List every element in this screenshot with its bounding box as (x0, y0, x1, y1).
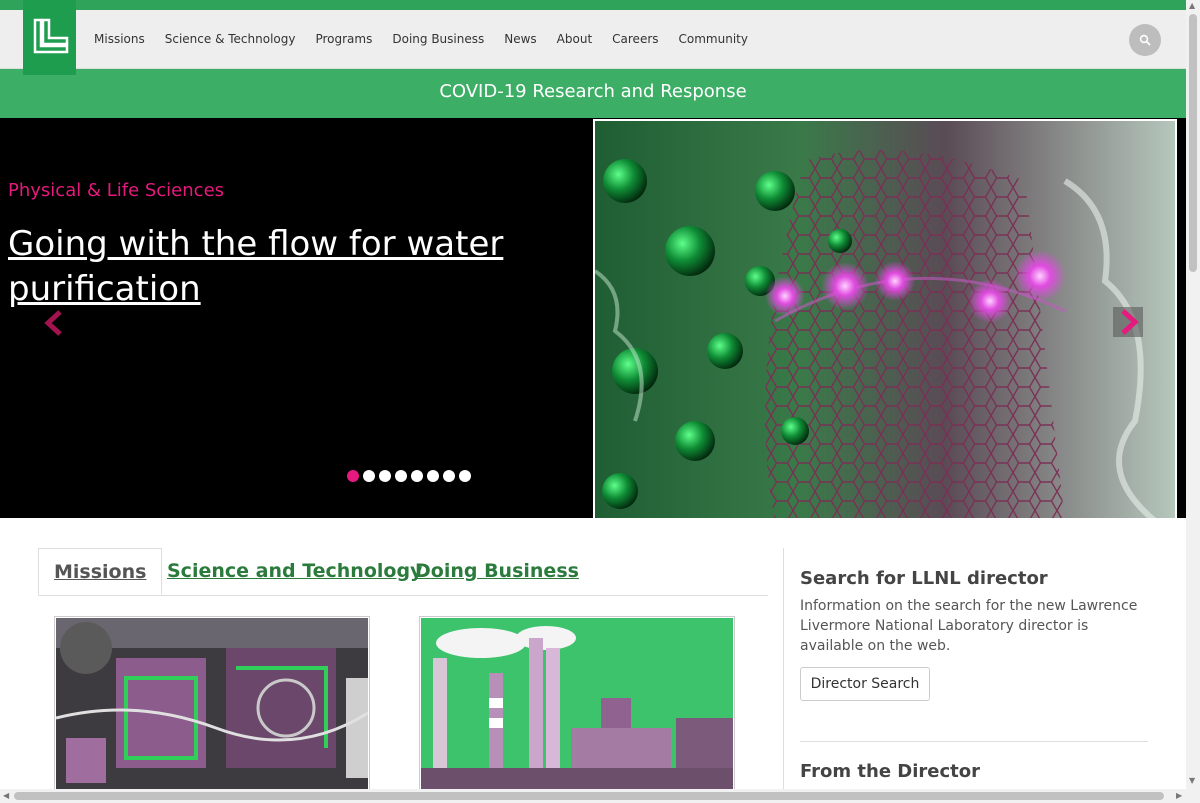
nav-careers[interactable]: Careers (602, 10, 668, 69)
sidebar-divider (800, 741, 1148, 742)
nav-community[interactable]: Community (669, 10, 758, 69)
carousel-indicators (347, 470, 471, 482)
nav-doing-business[interactable]: Doing Business (382, 10, 494, 69)
mission-card-1-image (55, 618, 369, 789)
nav-missions[interactable]: Missions (84, 10, 155, 69)
chevron-right-icon (1121, 309, 1139, 335)
carousel-dot-3[interactable] (379, 470, 391, 482)
tab-science-technology[interactable]: Science and Technology (167, 548, 422, 594)
horizontal-scrollbar[interactable]: ◀ ▶ (0, 789, 1200, 803)
scroll-left-icon[interactable]: ◀ (3, 791, 9, 800)
content-tabs: Missions Science and Technology Doing Bu… (38, 548, 768, 596)
nav-science-technology[interactable]: Science & Technology (155, 10, 306, 69)
sidebar: Search for LLNL director Information on … (783, 548, 1164, 803)
main-nav: Missions Science & Technology Programs D… (84, 10, 758, 69)
nav-news[interactable]: News (494, 10, 546, 69)
sidebar-heading-director-search: Search for LLNL director (800, 568, 1048, 589)
vertical-scroll-thumb[interactable] (1189, 14, 1197, 272)
llnl-logo[interactable] (23, 0, 76, 75)
search-icon (1139, 34, 1151, 46)
carousel-dot-2[interactable] (363, 470, 375, 482)
chevron-left-icon (44, 310, 62, 336)
sidebar-description: Information on the search for the new La… (800, 598, 1138, 654)
llnl-logo-icon (33, 18, 69, 54)
hero-image-illustration (595, 121, 1175, 518)
scroll-up-icon[interactable]: ▲ (1189, 1, 1195, 10)
carousel-dot-5[interactable] (411, 470, 423, 482)
mission-card-2-image (421, 618, 733, 789)
carousel-next-button[interactable] (1113, 307, 1143, 337)
scroll-down-icon[interactable]: ▼ (1189, 776, 1195, 785)
carousel-dot-1[interactable] (347, 470, 359, 482)
carousel-dot-7[interactable] (443, 470, 455, 482)
covid-banner[interactable]: COVID-19 Research and Response (0, 69, 1186, 118)
vertical-scrollbar[interactable]: ▲ ▼ (1186, 0, 1200, 789)
horizontal-scroll-thumb[interactable] (14, 792, 1164, 800)
carousel-dot-6[interactable] (427, 470, 439, 482)
carousel-dot-8[interactable] (459, 470, 471, 482)
hero-carousel: Physical & Life Sciences Going with the … (0, 118, 1186, 518)
search-button[interactable] (1129, 24, 1161, 56)
scroll-right-icon[interactable]: ▶ (1176, 791, 1182, 800)
mission-card-2[interactable] (419, 616, 735, 790)
main-navbar: Missions Science & Technology Programs D… (0, 10, 1186, 69)
tab-doing-business[interactable]: Doing Business (415, 548, 579, 594)
hero-category[interactable]: Physical & Life Sciences (8, 180, 224, 201)
carousel-dot-4[interactable] (395, 470, 407, 482)
nav-about[interactable]: About (547, 10, 602, 69)
sidebar-heading-from-director: From the Director (800, 761, 981, 782)
carousel-prev-button[interactable] (40, 308, 70, 338)
nav-programs[interactable]: Programs (305, 10, 382, 69)
tab-missions[interactable]: Missions (38, 548, 163, 595)
mission-card-1[interactable] (54, 616, 370, 790)
covid-banner-link[interactable]: COVID-19 Research and Response (439, 81, 746, 102)
director-search-button[interactable]: Director Search (800, 667, 930, 701)
hero-image[interactable] (593, 119, 1177, 518)
hero-title-link[interactable]: Going with the flow for water purificati… (8, 222, 548, 312)
top-accent-bar (0, 0, 1186, 10)
